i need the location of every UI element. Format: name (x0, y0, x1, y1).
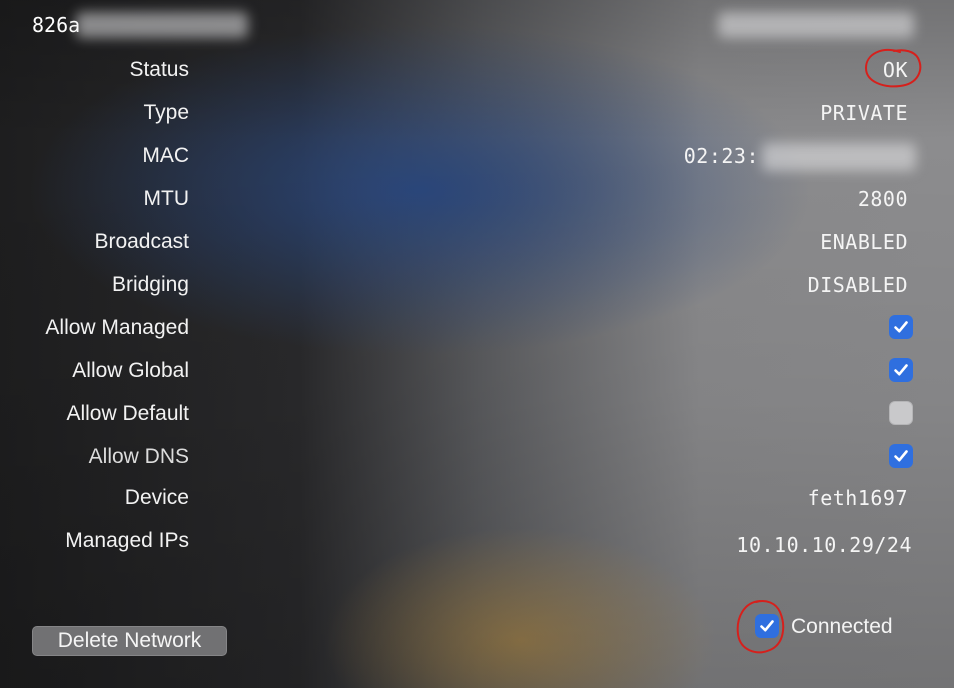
type-label: Type (143, 101, 189, 124)
checkmark-icon (894, 364, 908, 376)
allow-default-label: Allow Default (66, 402, 189, 425)
allow-global-checkbox[interactable] (889, 358, 913, 382)
mtu-value: 2800 (857, 187, 908, 211)
bridging-value: DISABLED (807, 273, 908, 297)
row-type: Type PRIVATE (0, 98, 954, 128)
managed-ips-value: 10.10.10.29/24 (736, 533, 912, 557)
checkmark-icon (760, 620, 774, 632)
device-value: feth1697 (807, 486, 908, 510)
allow-managed-label: Allow Managed (45, 316, 189, 339)
mac-label: MAC (142, 144, 189, 167)
row-mtu: MTU 2800 (0, 184, 954, 214)
row-device: Device feth1697 (0, 483, 954, 513)
row-allow-managed: Allow Managed (0, 313, 954, 343)
row-status: Status OK (0, 55, 954, 85)
allow-global-label: Allow Global (72, 359, 189, 382)
redacted-network-id (76, 12, 248, 38)
allow-default-checkbox[interactable] (889, 401, 913, 425)
connected-label: Connected (791, 615, 893, 638)
row-broadcast: Broadcast ENABLED (0, 227, 954, 257)
network-id: 826a (32, 13, 81, 37)
status-value: OK (882, 58, 908, 82)
managed-ips-label: Managed IPs (65, 529, 189, 552)
type-value: PRIVATE (820, 101, 908, 125)
broadcast-value: ENABLED (820, 230, 908, 254)
redacted-mac (762, 143, 916, 171)
mtu-label: MTU (143, 187, 190, 210)
row-bridging: Bridging DISABLED (0, 270, 954, 300)
checkmark-icon (894, 321, 908, 333)
allow-managed-checkbox[interactable] (889, 315, 913, 339)
row-allow-dns: Allow DNS (0, 442, 954, 472)
row-allow-global: Allow Global (0, 356, 954, 386)
redacted-network-name (718, 12, 914, 38)
row-managed-ips: Managed IPs 10.10.10.29/24 (0, 526, 954, 557)
row-allow-default: Allow Default (0, 399, 954, 429)
checkmark-icon (894, 450, 908, 462)
allow-dns-checkbox[interactable] (889, 444, 913, 468)
device-label: Device (124, 486, 189, 509)
bridging-label: Bridging (111, 273, 189, 296)
connected-checkbox[interactable] (755, 614, 779, 638)
broadcast-label: Broadcast (94, 230, 189, 253)
status-label: Status (129, 58, 189, 81)
mac-value: 02:23: (683, 144, 759, 168)
allow-dns-label: Allow DNS (88, 445, 189, 468)
delete-network-button[interactable]: Delete Network (32, 626, 227, 656)
